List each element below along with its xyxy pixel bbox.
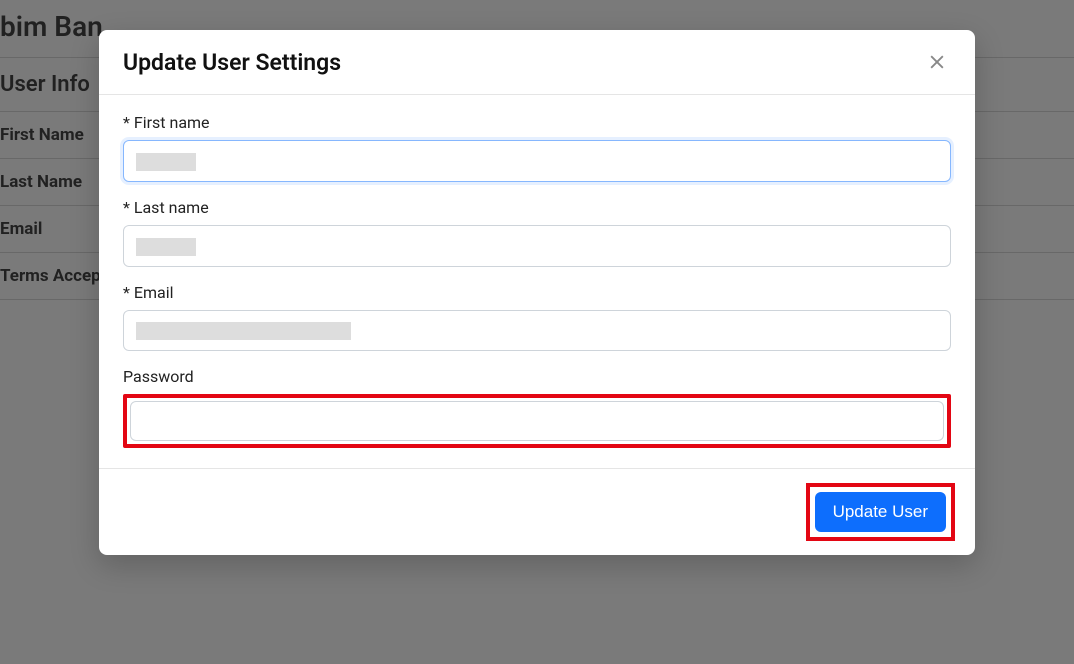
- last-name-label: * Last name: [123, 198, 951, 217]
- email-label: * Email: [123, 283, 951, 302]
- modal-footer: Update User: [99, 468, 975, 555]
- update-user-button[interactable]: Update User: [815, 492, 946, 532]
- redacted-value: [136, 238, 196, 256]
- modal-overlay: Update User Settings * First name * Last…: [0, 0, 1074, 664]
- redacted-value: [136, 322, 351, 340]
- modal-body: * First name * Last name * Email Passwor…: [99, 95, 975, 468]
- last-name-input[interactable]: [123, 225, 951, 267]
- close-icon: [927, 52, 947, 72]
- first-name-label: * First name: [123, 113, 951, 132]
- email-input[interactable]: [123, 310, 951, 352]
- last-name-group: * Last name: [123, 198, 951, 267]
- email-group: * Email: [123, 283, 951, 352]
- redacted-value: [136, 153, 196, 171]
- close-button[interactable]: [923, 48, 951, 76]
- password-group: Password: [123, 367, 951, 448]
- modal-header: Update User Settings: [99, 30, 975, 95]
- password-input[interactable]: [130, 401, 944, 441]
- highlight-box-password: [123, 394, 951, 448]
- first-name-group: * First name: [123, 113, 951, 182]
- password-label: Password: [123, 367, 951, 386]
- first-name-input[interactable]: [123, 140, 951, 182]
- highlight-box-submit: Update User: [806, 483, 955, 541]
- modal-title: Update User Settings: [123, 49, 341, 76]
- update-user-modal: Update User Settings * First name * Last…: [99, 30, 975, 555]
